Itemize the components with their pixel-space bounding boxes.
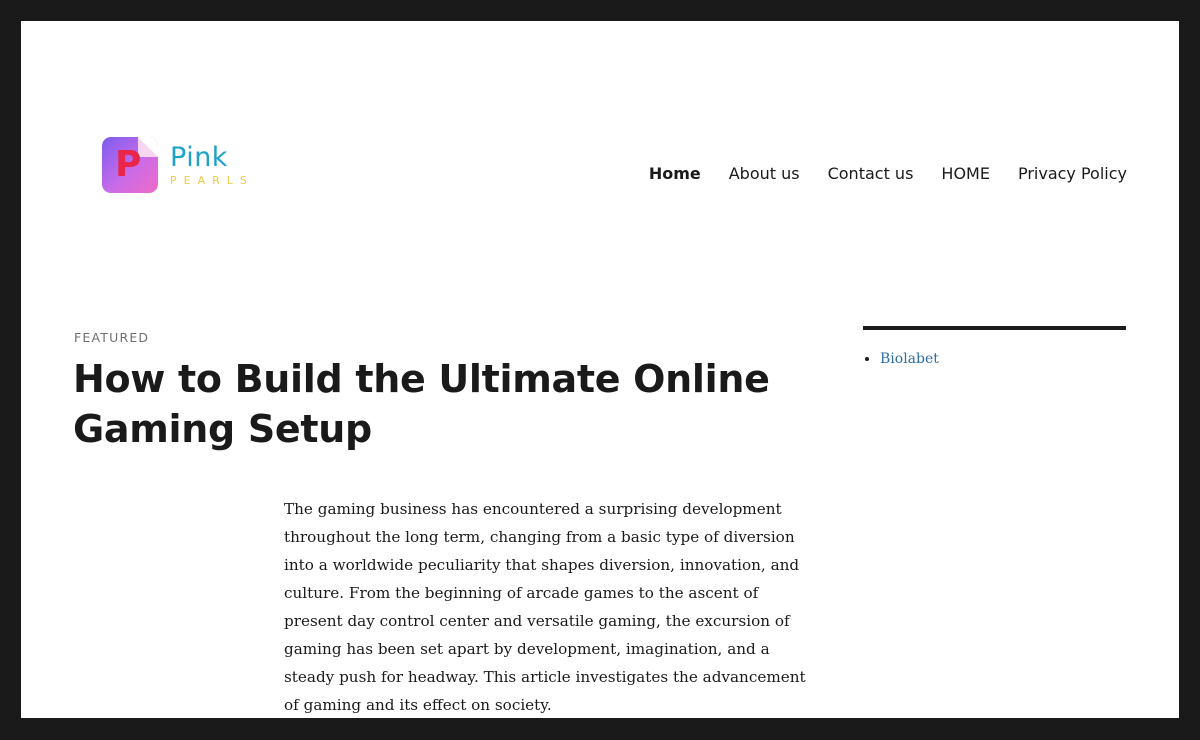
logo-icon: P	[102, 137, 158, 193]
nav-item-home[interactable]: Home	[649, 164, 701, 183]
sidebar-divider	[863, 326, 1126, 330]
nav-item-contact-us[interactable]: Contact us	[828, 164, 914, 183]
list-item: Biolabet	[880, 351, 1126, 367]
sidebar-link-biolabet[interactable]: Biolabet	[880, 351, 939, 367]
logo-letter: P	[115, 144, 142, 185]
sidebar: Biolabet	[863, 326, 1126, 367]
sidebar-link-list: Biolabet	[863, 351, 1126, 367]
nav-item-home-caps[interactable]: HOME	[941, 164, 990, 183]
logo-text: Pink PEARLS	[170, 144, 254, 186]
post-paragraph: The gaming business has encountered a su…	[284, 500, 806, 714]
nav-item-privacy-policy[interactable]: Privacy Policy	[1018, 164, 1127, 183]
main-navigation: Home About us Contact us HOME Privacy Po…	[649, 164, 1127, 183]
site-logo[interactable]: P Pink PEARLS	[102, 137, 254, 193]
logo-word-pink: Pink	[170, 142, 228, 173]
nav-item-about-us[interactable]: About us	[729, 164, 800, 183]
post-title: How to Build the Ultimate Online Gaming …	[73, 357, 770, 451]
page: P Pink PEARLS Home About us Contact us H…	[21, 21, 1179, 718]
logo-word-pearls: PEARLS	[170, 174, 254, 187]
post-category: FEATURED	[74, 330, 150, 345]
